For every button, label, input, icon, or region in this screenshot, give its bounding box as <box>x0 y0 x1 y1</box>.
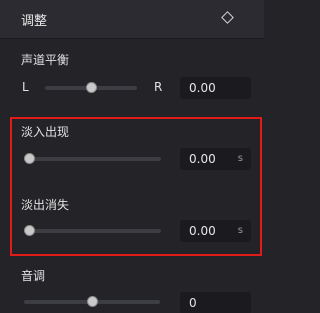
balance-label: 声道平衡 <box>21 53 70 67</box>
fade-out-value: 0.00 <box>189 224 216 238</box>
keyframe-diamond-icon[interactable] <box>221 11 234 24</box>
fade-in-slider-track[interactable] <box>26 157 161 161</box>
pitch-value-input[interactable]: 0 <box>180 292 251 313</box>
balance-value: 0.00 <box>189 81 216 95</box>
panel-header: 调整 <box>0 0 264 39</box>
fade-out-value-input[interactable]: 0.00 s <box>180 220 251 242</box>
adjust-panel: 调整 声道平衡 L R 0.00 淡入出现 0.00 s 淡出消失 0.00 s… <box>0 0 264 313</box>
fade-in-value: 0.00 <box>189 152 216 166</box>
panel-title: 调整 <box>21 14 48 29</box>
fade-in-value-input[interactable]: 0.00 s <box>180 148 251 170</box>
fade-out-label: 淡出消失 <box>21 198 70 212</box>
pitch-slider-knob[interactable] <box>87 296 98 307</box>
pitch-value: 0 <box>189 296 197 310</box>
balance-slider-knob[interactable] <box>86 82 97 93</box>
balance-left-label: L <box>22 80 29 94</box>
fade-in-unit: s <box>237 153 243 164</box>
fade-out-slider-track[interactable] <box>26 229 161 233</box>
fade-out-unit: s <box>237 225 243 236</box>
balance-value-input[interactable]: 0.00 <box>180 77 251 99</box>
pitch-label: 音调 <box>21 269 46 283</box>
fade-in-slider-knob[interactable] <box>24 153 35 164</box>
fade-out-slider-knob[interactable] <box>24 225 35 236</box>
balance-right-label: R <box>154 80 163 94</box>
fade-in-label: 淡入出现 <box>21 125 70 139</box>
